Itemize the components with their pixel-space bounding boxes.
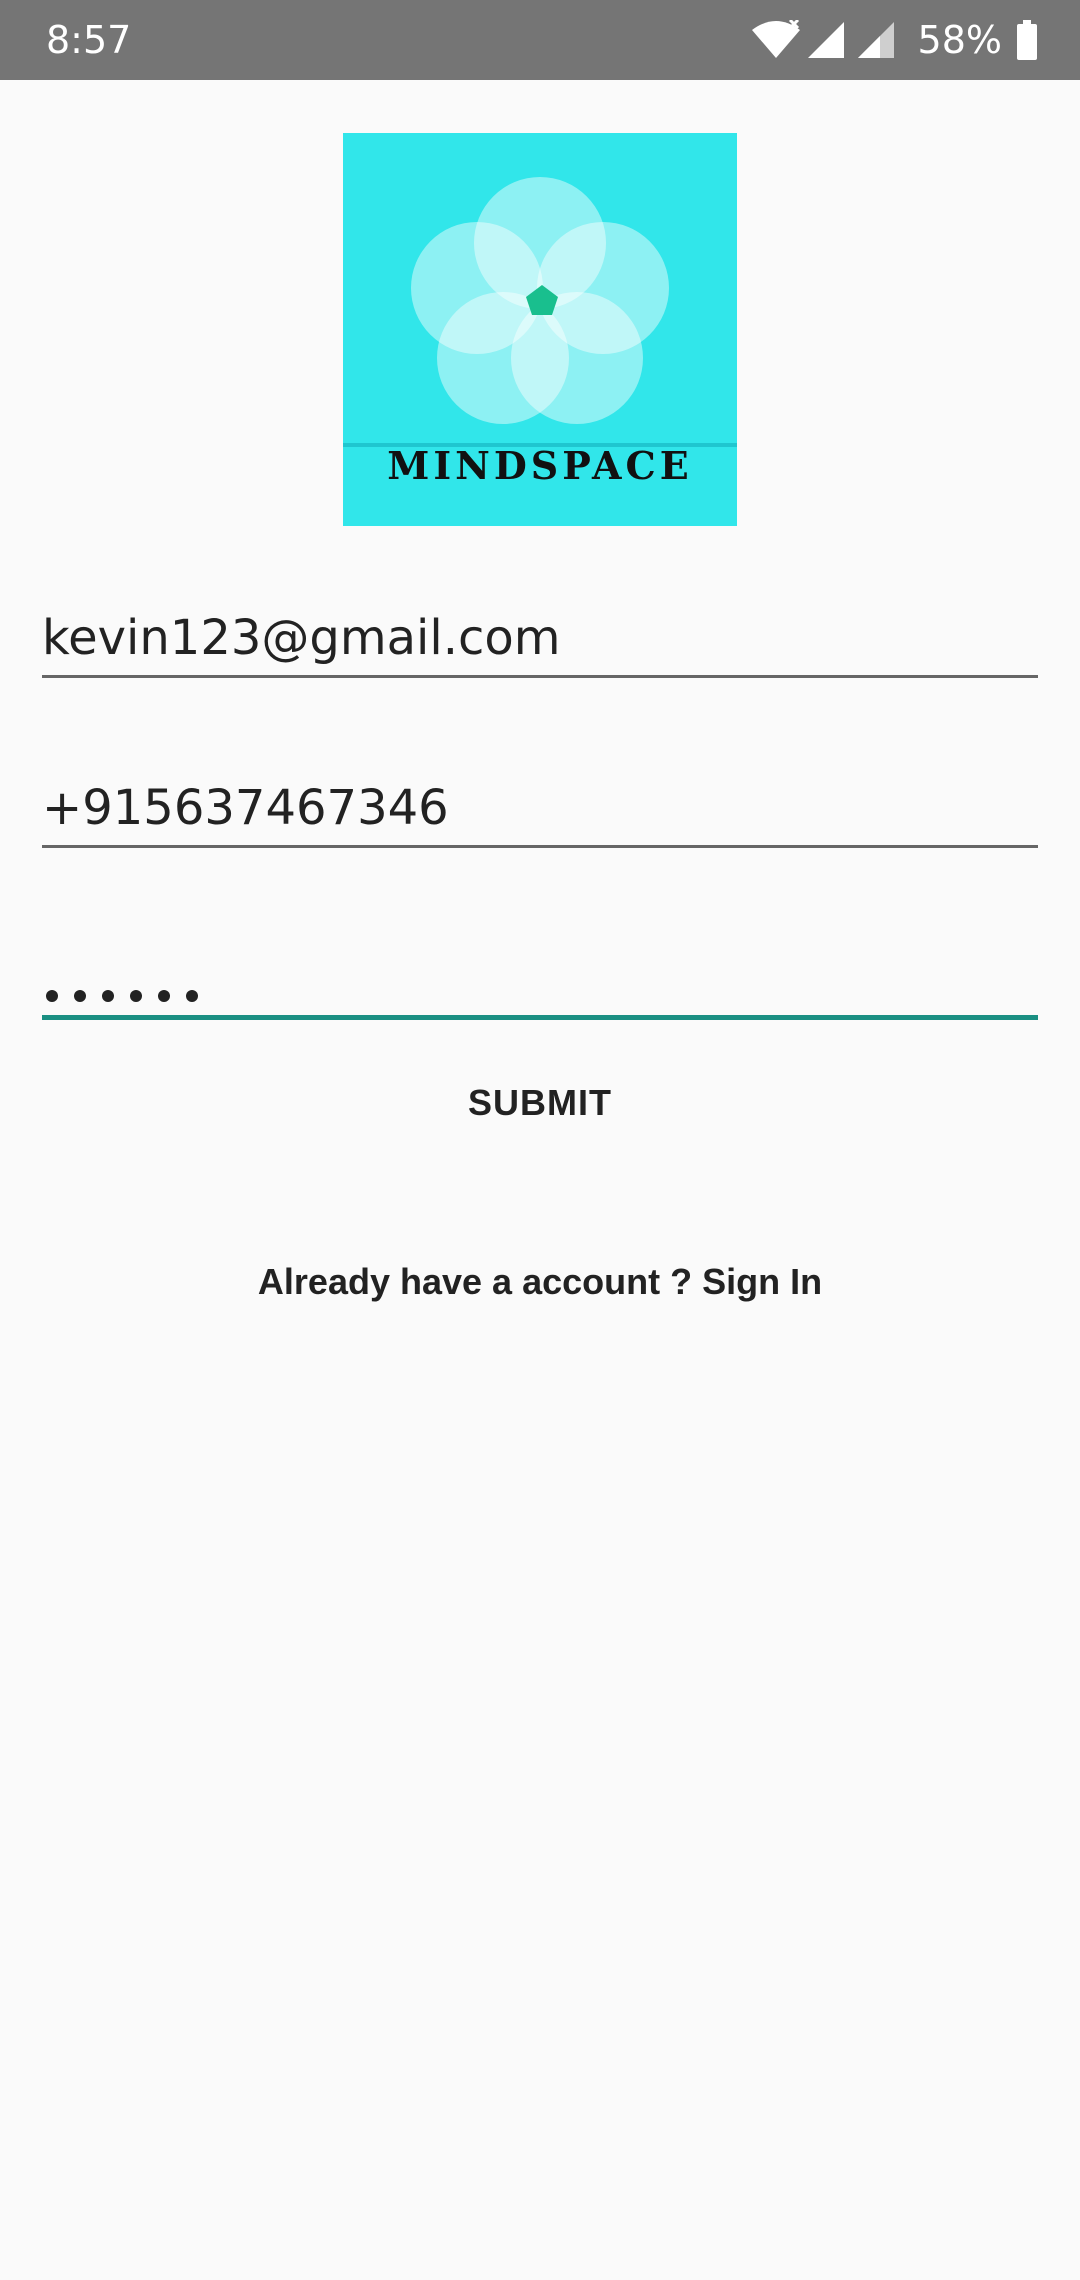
sign-in-link[interactable]: Already have a account ? Sign In (140, 1254, 940, 1310)
email-value: kevin123@gmail.com (42, 610, 561, 666)
submit-button[interactable]: SUBMIT (380, 1070, 700, 1136)
wifi-icon (750, 20, 802, 60)
email-field[interactable]: kevin123@gmail.com (42, 598, 1038, 678)
signal-icon (806, 20, 846, 60)
status-icons: 58% (750, 14, 1038, 66)
logo-text: MINDSPACE (387, 443, 693, 488)
mindspace-logo: MINDSPACE (343, 133, 737, 526)
password-underline (42, 1015, 1038, 1020)
battery-percent: 58% (917, 18, 1002, 62)
status-bar: 8:57 58% (0, 0, 1080, 80)
password-dots (46, 990, 198, 1002)
status-time: 8:57 (46, 18, 132, 62)
email-underline (42, 675, 1038, 678)
phone-field[interactable]: +915637467346 (42, 768, 1038, 848)
phone-underline (42, 845, 1038, 848)
signal-icon (856, 20, 896, 60)
phone-value: +915637467346 (42, 780, 449, 836)
battery-icon (1016, 20, 1038, 60)
password-field[interactable] (42, 940, 1038, 1020)
